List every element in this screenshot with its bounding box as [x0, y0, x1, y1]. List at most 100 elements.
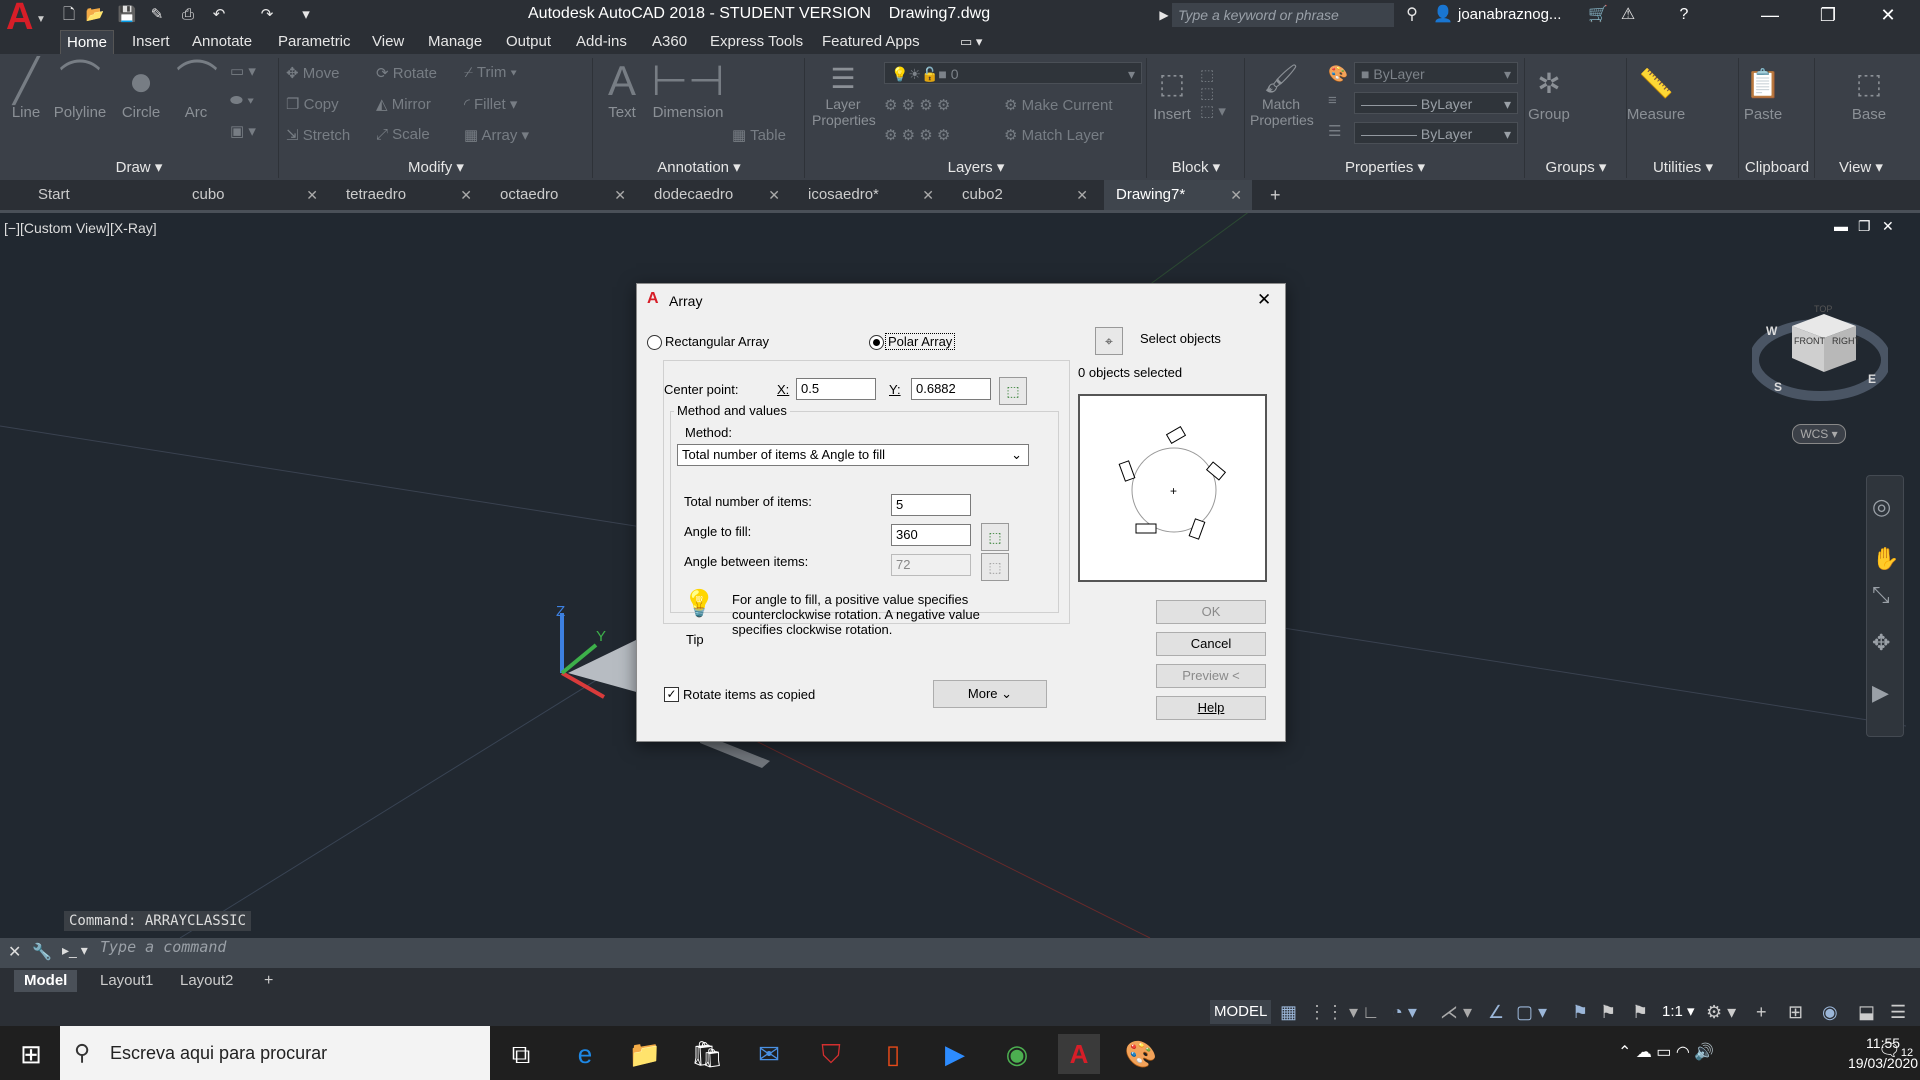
polar-array-label[interactable]: Polar Array [885, 333, 956, 350]
color-dropdown[interactable]: ■ ByLayer ▾ [1354, 62, 1518, 84]
mirror-button[interactable]: ◭ Mirror [376, 95, 431, 113]
pick-angle-fill-button[interactable]: ⬚ [981, 523, 1009, 551]
chrome-icon[interactable]: ◉ [996, 1034, 1038, 1074]
command-input[interactable]: Type a command [100, 938, 226, 968]
search-input[interactable]: Type a keyword or phrase [1172, 3, 1394, 27]
linetype-dropdown[interactable]: ―――― ByLayer ▾ [1354, 122, 1518, 144]
close-command-line-icon[interactable]: ✕ [8, 942, 21, 962]
clean-screen-icon[interactable]: ⬓ [1858, 1000, 1875, 1024]
total-items-input[interactable]: 5 [891, 494, 971, 516]
layer-dropdown[interactable]: 💡☀🔓■ 0 ▾ [884, 62, 1142, 84]
task-view-icon[interactable]: ⧉ [500, 1034, 542, 1074]
file-tab[interactable]: icosaedro* ✕ [796, 180, 944, 210]
lineweight-dropdown[interactable]: ―――― ByLayer ▾ [1354, 92, 1518, 114]
tab-home[interactable]: Home [60, 30, 115, 55]
binoculars-icon[interactable]: ⚲ [1400, 4, 1424, 26]
modify-panel-title[interactable]: Modify ▾ [280, 156, 592, 180]
minimize-button[interactable]: — [1742, 0, 1798, 30]
viewcube-front-label[interactable]: FRONT [1794, 336, 1825, 346]
tab-annotate[interactable]: Annotate [186, 30, 258, 54]
utilities-panel-title[interactable]: Utilities ▾ [1628, 156, 1738, 180]
office-icon[interactable]: ▯ [872, 1034, 914, 1074]
mail-icon[interactable]: ✉ [748, 1034, 790, 1074]
match-layer-button[interactable]: ⚙ Match Layer [1004, 126, 1104, 144]
base-button[interactable]: ⬚ Base [1846, 62, 1892, 123]
table-button[interactable]: ▦ Table [732, 126, 786, 144]
rotate-items-checkbox[interactable]: ✓ [664, 687, 679, 702]
file-tab-start[interactable]: Start [26, 180, 176, 210]
select-objects-button[interactable]: ⌖ [1095, 327, 1123, 355]
tab-model[interactable]: Model [14, 970, 78, 992]
tab-layout2[interactable]: Layout2 [170, 970, 243, 992]
stretch-button[interactable]: ⇲ Stretch [286, 126, 350, 144]
file-explorer-icon[interactable]: 📁 [624, 1034, 666, 1074]
clipboard-panel-title[interactable]: Clipboard [1740, 156, 1814, 180]
auto-scale-icon[interactable]: ⚑ [1600, 1000, 1616, 1024]
tab-insert[interactable]: Insert [126, 30, 176, 54]
compass-east-label[interactable]: E [1868, 372, 1876, 386]
file-tab[interactable]: dodecaedro ✕ [642, 180, 790, 210]
autocad-taskbar-icon[interactable]: A [1058, 1034, 1100, 1074]
close-tab-icon[interactable]: ✕ [1076, 180, 1088, 210]
workspace-gear-icon[interactable]: ⚙ ▾ [1706, 1000, 1736, 1024]
tab-featured-apps[interactable]: Featured Apps [816, 30, 926, 54]
layer-tools-row2[interactable]: ⚙ ⚙ ⚙ ⚙ [884, 126, 950, 144]
more-button[interactable]: More ⌄ [933, 680, 1047, 708]
match-properties-button[interactable]: 🖌 Match Properties [1250, 62, 1314, 128]
viewport-close-icon[interactable]: ✕ [1882, 218, 1894, 235]
customize-icon[interactable]: 🔧 [32, 942, 52, 962]
color-wheel-icon[interactable]: 🎨 [1328, 64, 1348, 84]
close-tab-icon[interactable]: ✕ [768, 180, 780, 210]
angle-fill-input[interactable]: 360 [891, 524, 971, 546]
ortho-icon[interactable]: ∟ [1362, 1000, 1380, 1024]
showmotion-icon[interactable]: ▶ [1872, 680, 1889, 706]
user-icon[interactable]: 👤 [1432, 4, 1454, 26]
close-tab-icon[interactable]: ✕ [614, 180, 626, 210]
help-button[interactable]: Help [1156, 696, 1266, 720]
rectangular-array-label[interactable]: Rectangular Array [665, 334, 769, 349]
annotation-scale-icon[interactable]: ⚑ [1632, 1000, 1648, 1024]
tray-icons[interactable]: ⌃ ☁ ▭ ◠ 🔊 [1618, 1042, 1714, 1062]
orbit-icon[interactable]: ✥ [1872, 630, 1890, 656]
center-y-input[interactable]: 0.6882 [911, 378, 991, 400]
save-as-icon[interactable]: ✎ [146, 4, 168, 26]
polar-array-radio[interactable] [869, 335, 884, 350]
file-tab[interactable]: octaedro ✕ [488, 180, 636, 210]
tab-express-tools[interactable]: Express Tools [704, 30, 809, 54]
rotate-items-label[interactable]: Rotate items as copied [683, 687, 815, 702]
ribbon-toggle-icon[interactable]: ▭ ▾ [954, 30, 988, 54]
print-icon[interactable]: ⎙ [177, 4, 199, 26]
pick-center-point-button[interactable]: ⬚ [999, 377, 1027, 405]
preview-button[interactable]: Preview < [1156, 664, 1266, 688]
close-tab-icon[interactable]: ✕ [922, 180, 934, 210]
view-panel-title[interactable]: View ▾ [1816, 156, 1906, 180]
windows-start-icon[interactable]: ⊞ [10, 1034, 52, 1074]
close-tab-icon[interactable]: ✕ [1230, 180, 1242, 210]
dimension-button[interactable]: ⊢⊣ Dimension [650, 58, 726, 122]
save-icon[interactable]: 💾 [116, 4, 138, 26]
line-button[interactable]: ╱ Line [6, 58, 46, 122]
model-space-button[interactable]: MODEL [1210, 1000, 1272, 1024]
viewport-controls-label[interactable]: [−][Custom View][X-Ray] [4, 220, 157, 236]
wcs-menu[interactable]: WCS ▾ [1792, 424, 1846, 444]
text-button[interactable]: A Text [600, 58, 644, 122]
paste-button[interactable]: 📋 Paste [1740, 62, 1786, 123]
tab-parametric[interactable]: Parametric [272, 30, 357, 54]
move-button[interactable]: ✥ Move [286, 64, 339, 82]
arc-button[interactable]: ⌒ Arc [176, 58, 218, 122]
block-panel-title[interactable]: Block ▾ [1148, 156, 1244, 180]
restore-button[interactable]: ❐ [1800, 0, 1856, 30]
layer-properties-button[interactable]: ☰ Layer Properties [812, 62, 876, 128]
rectangle-icon[interactable]: ▭ ▾ [230, 62, 256, 80]
close-tab-icon[interactable]: ✕ [306, 180, 318, 210]
file-tab[interactable]: cubo ✕ [180, 180, 328, 210]
add-layout-icon[interactable]: + [254, 970, 283, 992]
chevron-right-icon[interactable]: ▶ [1158, 4, 1170, 26]
pan-icon[interactable]: ✋ [1872, 546, 1899, 572]
tab-a360[interactable]: A360 [646, 30, 693, 54]
viewcube-top-label[interactable]: TOP [1814, 304, 1832, 314]
cancel-button[interactable]: Cancel [1156, 632, 1266, 656]
insert-block-button[interactable]: ⬚ Insert [1150, 62, 1194, 123]
dialog-close-icon[interactable]: ✕ [1257, 290, 1271, 310]
zoom-extents-icon[interactable]: ⤡ [1872, 582, 1890, 608]
